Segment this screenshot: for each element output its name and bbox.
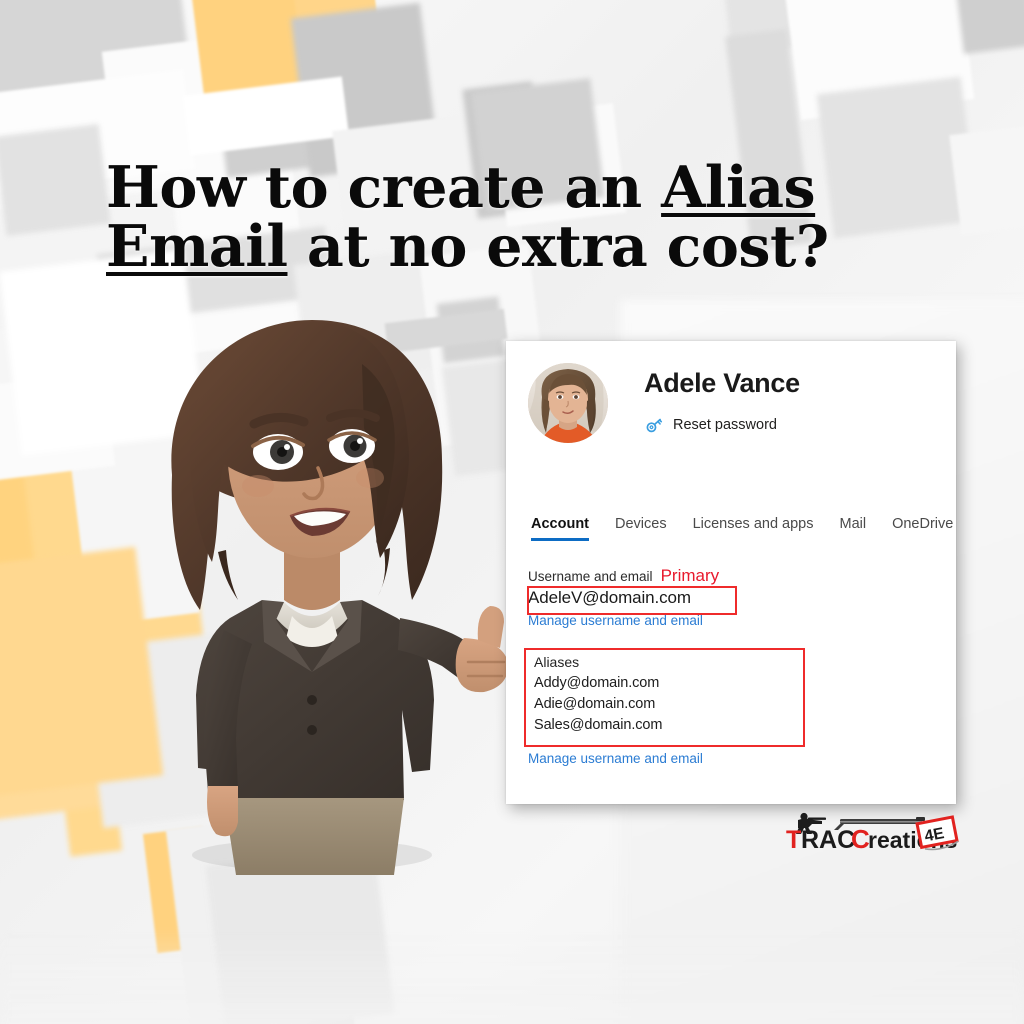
page-title: Adele Vance bbox=[644, 368, 800, 398]
alias-item: Addy@domain.com bbox=[534, 675, 660, 691]
poster-headline: How to create an Alias Email at no extra… bbox=[106, 158, 866, 277]
user-details-card: Adele Vance Reset password Account Devic… bbox=[506, 341, 956, 804]
alias-item: Adie@domain.com bbox=[534, 696, 656, 712]
aliases-label: Aliases bbox=[534, 654, 580, 670]
tab-devices[interactable]: Devices bbox=[602, 516, 680, 541]
primary-email-value: AdeleV@domain.com bbox=[528, 588, 691, 607]
tab-onedrive[interactable]: OneDrive bbox=[879, 516, 966, 541]
bg-block bbox=[956, 0, 1024, 55]
headline-part-2: at no extra cost? bbox=[287, 213, 829, 281]
account-details-section: Username and email Primary AdeleV@domain… bbox=[524, 567, 928, 766]
username-label-row: Username and email Primary bbox=[528, 567, 928, 584]
logo-text-t: T bbox=[786, 826, 801, 854]
reset-password-label: Reset password bbox=[673, 416, 777, 433]
reset-password-button[interactable]: Reset password bbox=[644, 415, 800, 435]
logo-text-rac: RAC bbox=[801, 826, 855, 854]
card-header: Adele Vance Reset password bbox=[506, 341, 956, 443]
username-and-email-label: Username and email bbox=[528, 569, 653, 584]
tab-bar: Account Devices Licenses and apps Mail O… bbox=[526, 516, 956, 541]
bg-block bbox=[949, 125, 1024, 235]
headline-part-1: How to create an bbox=[106, 154, 662, 221]
aliases-section: Aliases Addy@domain.com Adie@domain.com … bbox=[524, 648, 928, 766]
alias-item: Sales@domain.com bbox=[534, 717, 663, 733]
tab-mail[interactable]: Mail bbox=[827, 516, 880, 541]
headline-part-alias: Alias bbox=[661, 154, 816, 221]
tab-licenses-and-apps[interactable]: Licenses and apps bbox=[680, 516, 827, 541]
bg-block bbox=[0, 123, 111, 237]
manage-username-and-email-link-primary[interactable]: Manage username and email bbox=[528, 613, 928, 628]
headline-part-email: Email bbox=[106, 213, 288, 281]
primary-annotation: Primary bbox=[660, 566, 720, 585]
manage-username-and-email-link-aliases[interactable]: Manage username and email bbox=[528, 751, 928, 766]
tab-account[interactable]: Account bbox=[526, 516, 602, 541]
key-icon bbox=[644, 415, 664, 435]
header-text: Adele Vance Reset password bbox=[644, 363, 800, 435]
trac-creations-logo: T RAC C reations 4E bbox=[778, 808, 963, 860]
bg-wash bbox=[0, 930, 1024, 1024]
cartoon-businesswoman-illustration bbox=[112, 300, 522, 875]
avatar bbox=[528, 363, 608, 443]
